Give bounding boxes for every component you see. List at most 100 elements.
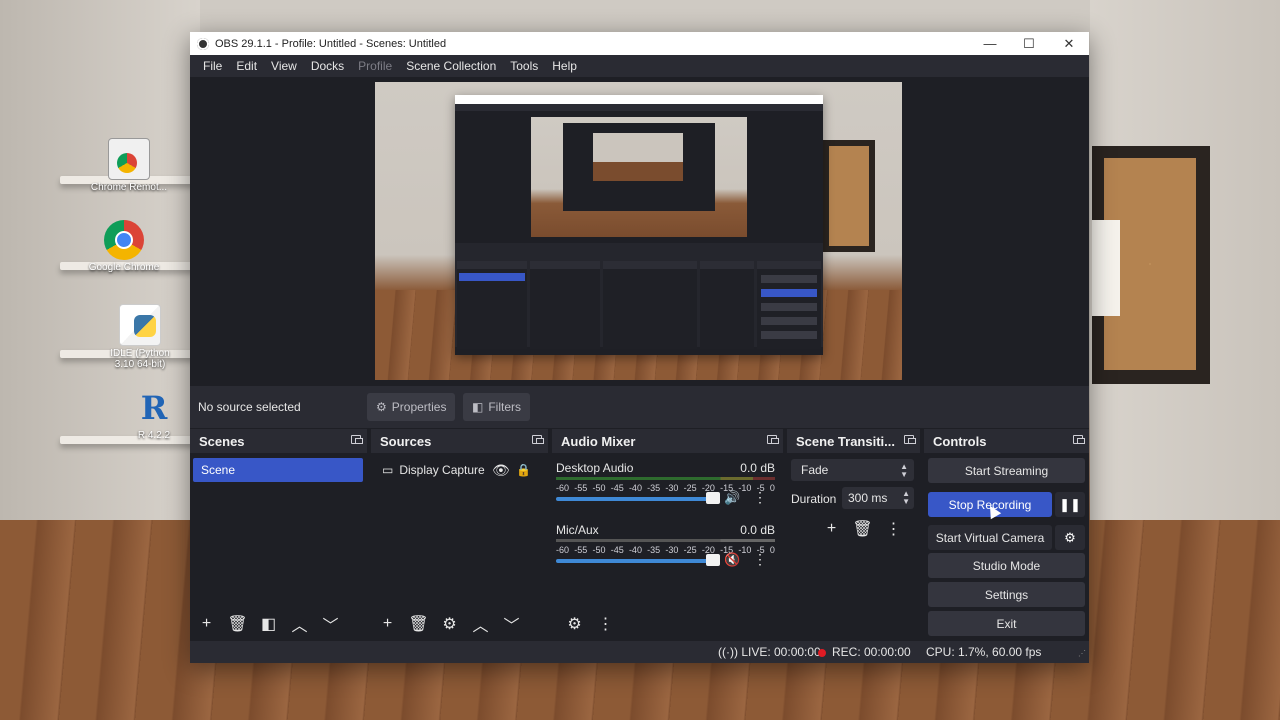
scenes-dock-title: Scenes bbox=[199, 433, 245, 449]
scale-tick: -10 bbox=[738, 545, 752, 555]
volume-slider-handle[interactable] bbox=[706, 554, 720, 566]
volume-slider[interactable] bbox=[556, 559, 720, 563]
rec-timer: REC: 00:00:00 bbox=[832, 645, 911, 659]
start-virtual-camera-button[interactable]: Start Virtual Camera bbox=[928, 525, 1052, 550]
preview-nested-window bbox=[563, 123, 715, 211]
settings-button[interactable]: Settings bbox=[928, 582, 1085, 607]
preview-canvas[interactable] bbox=[375, 82, 902, 380]
preview-nested-button bbox=[761, 303, 817, 311]
move-scene-down-button[interactable]: ﹀ bbox=[316, 612, 345, 636]
audio-mixer-dock: Audio Mixer Desktop Audio 0.0 dB -60 -55… bbox=[552, 429, 783, 640]
menu-scene-collection[interactable]: Scene Collection bbox=[399, 59, 503, 73]
more-options-icon[interactable]: ⋮ bbox=[751, 551, 769, 569]
close-button[interactable]: ✕ bbox=[1049, 32, 1089, 55]
gear-icon: ⚙ bbox=[1064, 529, 1076, 545]
eye-icon[interactable]: 👁 bbox=[492, 462, 510, 479]
scale-tick: -45 bbox=[610, 545, 624, 555]
preview-nested-button bbox=[761, 317, 817, 325]
plus-icon: + bbox=[826, 520, 837, 537]
menu-profile[interactable]: Profile bbox=[351, 59, 399, 73]
scale-tick: -25 bbox=[683, 545, 697, 555]
scale-tick: -40 bbox=[628, 483, 642, 493]
source-properties-button[interactable]: ⚙ bbox=[435, 612, 464, 636]
mixer-menu-button[interactable]: ⋮ bbox=[591, 612, 620, 636]
title-bar[interactable]: OBS 29.1.1 - Profile: Untitled - Scenes:… bbox=[190, 32, 1089, 55]
pause-icon: ❚❚ bbox=[1059, 496, 1081, 512]
gear-icon: ⚙ bbox=[376, 400, 387, 414]
move-source-up-button[interactable]: ︿ bbox=[466, 612, 495, 636]
pause-recording-button[interactable]: ❚❚ bbox=[1055, 492, 1085, 517]
move-scene-up-button[interactable]: ︿ bbox=[285, 612, 314, 636]
scale-tick: -40 bbox=[628, 545, 642, 555]
preview-nested-dock bbox=[530, 261, 600, 349]
desktop-icon-idle[interactable]: IDLE (Python 3.10 64-bit) bbox=[100, 304, 180, 370]
undock-icon[interactable] bbox=[767, 435, 779, 444]
scale-tick: -35 bbox=[647, 483, 661, 493]
lock-icon[interactable]: 🔒 bbox=[516, 463, 531, 477]
minimize-button[interactable]: — bbox=[970, 32, 1010, 55]
desktop-wall-left bbox=[0, 0, 200, 560]
preview-nested-button bbox=[761, 275, 817, 283]
source-item[interactable]: ▭ Display Capture 👁 🔒 bbox=[374, 458, 545, 482]
menu-edit[interactable]: Edit bbox=[229, 59, 264, 73]
more-options-icon: ⋮ bbox=[597, 616, 614, 633]
scale-tick: -50 bbox=[592, 545, 606, 555]
menu-file[interactable]: File bbox=[196, 59, 229, 73]
add-scene-button[interactable]: + bbox=[192, 612, 221, 636]
exit-button[interactable]: Exit bbox=[928, 611, 1085, 636]
desktop-icon-r[interactable]: R R 4.2.2 bbox=[114, 388, 194, 441]
menu-view[interactable]: View bbox=[264, 59, 304, 73]
remove-scene-button[interactable]: 🗑 bbox=[223, 612, 252, 636]
remove-transition-button[interactable]: 🗑 bbox=[848, 517, 877, 541]
channel-name: Mic/Aux bbox=[556, 523, 599, 537]
scale-tick: 0 bbox=[769, 483, 775, 493]
desktop-icon-chrome[interactable]: Google Chrome bbox=[84, 220, 164, 273]
menu-help[interactable]: Help bbox=[545, 59, 584, 73]
maximize-button[interactable]: ☐ bbox=[1009, 32, 1049, 55]
filters-button[interactable]: ◧ Filters bbox=[463, 393, 531, 421]
advanced-audio-button[interactable]: ⚙ bbox=[560, 612, 589, 636]
chevron-up-icon: ︿ bbox=[472, 618, 489, 635]
add-transition-button[interactable]: + bbox=[817, 517, 846, 541]
desktop-icon-chrome-remote[interactable]: Chrome Remot... bbox=[89, 138, 169, 193]
add-source-button[interactable]: + bbox=[373, 612, 402, 636]
remove-source-button[interactable]: 🗑 bbox=[404, 612, 433, 636]
sources-dock-header: Sources bbox=[371, 429, 548, 453]
scene-item[interactable]: Scene bbox=[193, 458, 363, 482]
no-source-label: No source selected bbox=[198, 400, 301, 414]
transition-select-value: Fade bbox=[801, 463, 829, 477]
undock-icon[interactable] bbox=[1073, 435, 1085, 444]
properties-button[interactable]: ⚙ Properties bbox=[367, 393, 456, 421]
studio-mode-button[interactable]: Studio Mode bbox=[928, 553, 1085, 578]
menu-docks[interactable]: Docks bbox=[304, 59, 351, 73]
monitor-icon: ▭ bbox=[382, 463, 394, 477]
start-streaming-button[interactable]: Start Streaming bbox=[928, 458, 1085, 483]
volume-slider[interactable] bbox=[556, 497, 720, 501]
virtual-camera-settings-button[interactable]: ⚙ bbox=[1055, 525, 1085, 550]
duration-spinbox[interactable]: 300 ms ▲ ▼ bbox=[842, 487, 914, 509]
scale-tick: -50 bbox=[592, 483, 606, 493]
move-source-down-button[interactable]: ﹀ bbox=[497, 612, 526, 636]
transition-select[interactable]: Fade ▲ ▼ bbox=[791, 459, 914, 481]
scene-filters-button[interactable]: ◧ bbox=[254, 612, 283, 636]
obs-logo-icon bbox=[197, 37, 209, 50]
resize-grip-icon[interactable]: ⋰ bbox=[1078, 649, 1086, 658]
meter-scale: -60 -55 -50 -45 -40 -35 -30 -25 -20 -15 … bbox=[556, 545, 775, 555]
controls-dock-title: Controls bbox=[933, 433, 987, 449]
transition-menu-button[interactable]: ⋮ bbox=[879, 517, 908, 541]
spin-arrows-icon[interactable]: ▲ ▼ bbox=[902, 490, 910, 506]
more-options-icon[interactable]: ⋮ bbox=[751, 489, 769, 507]
speaker-muted-icon[interactable]: 🔇 bbox=[724, 552, 740, 568]
scale-tick: -30 bbox=[665, 483, 679, 493]
undock-icon[interactable] bbox=[904, 435, 916, 444]
mixer-channel-desktop-audio: Desktop Audio 0.0 dB -60 -55 -50 -45 -40… bbox=[556, 461, 775, 519]
menu-tools[interactable]: Tools bbox=[503, 59, 545, 73]
undock-icon[interactable] bbox=[351, 435, 363, 444]
mixer-channel-mic-aux: Mic/Aux 0.0 dB -60 -55 -50 -45 -40 -35 -… bbox=[556, 523, 775, 581]
scale-tick: -25 bbox=[683, 483, 697, 493]
undock-icon[interactable] bbox=[532, 435, 544, 444]
menu-bar: File Edit View Docks Profile Scene Colle… bbox=[190, 55, 1089, 77]
speaker-icon[interactable]: 🔊 bbox=[724, 490, 740, 506]
preview-nested-dock bbox=[457, 261, 527, 349]
volume-slider-handle[interactable] bbox=[706, 492, 720, 504]
